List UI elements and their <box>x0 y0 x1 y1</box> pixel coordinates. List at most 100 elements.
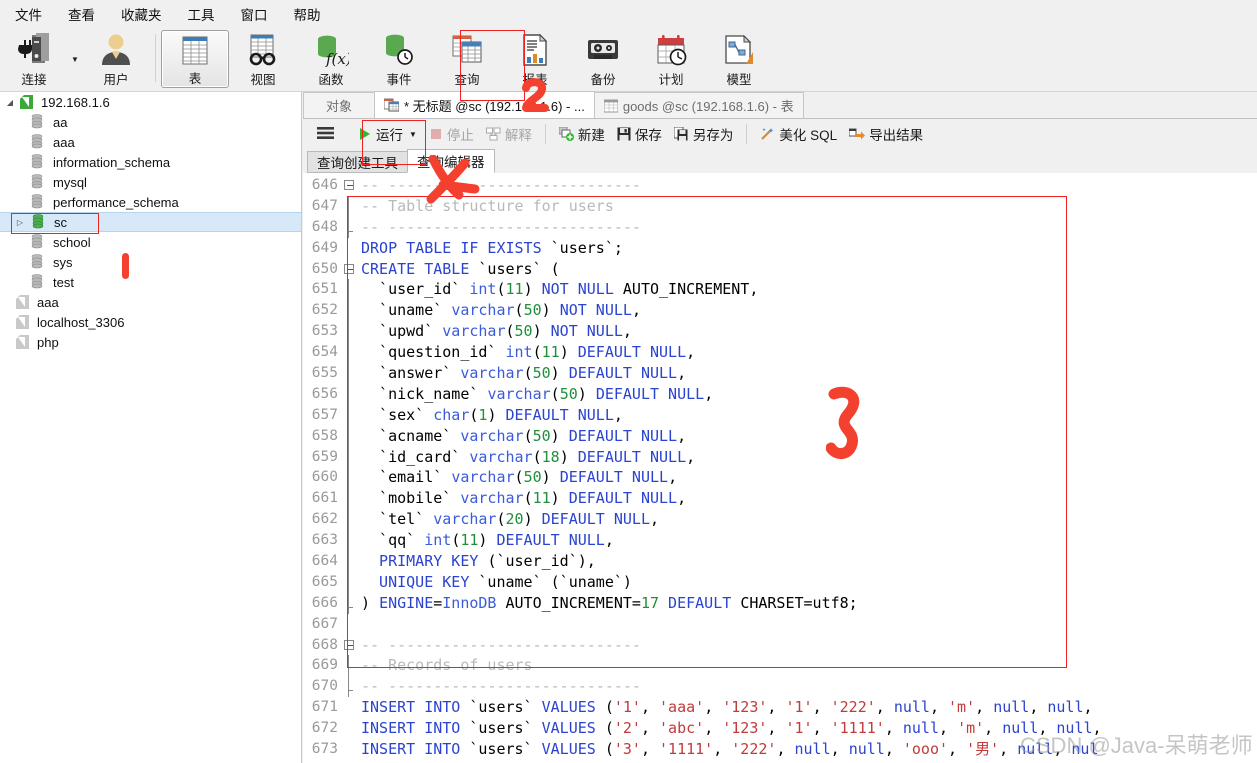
code-token: varchar <box>460 426 524 445</box>
menu-tools[interactable]: 工具 <box>175 0 228 28</box>
code-line[interactable]: `email` varchar(50) DEFAULT NULL, <box>361 467 1257 488</box>
save-as-button[interactable]: 另存为 <box>668 122 740 146</box>
line-number: 662 <box>311 511 338 528</box>
tab-untitled-query[interactable]: * 无标题 @sc (192.168.1.6) - ... <box>374 91 595 118</box>
code-line[interactable]: `mobile` varchar(11) DEFAULT NULL, <box>361 488 1257 509</box>
tree-node-school[interactable]: school <box>0 232 301 252</box>
code-line[interactable]: PRIMARY KEY (`user_id`), <box>361 551 1257 572</box>
tree-node-test[interactable]: test <box>0 272 301 292</box>
toolbar-backup[interactable]: 备份 <box>569 28 637 90</box>
connection-dropdown-caret[interactable]: ▼ <box>68 28 82 84</box>
tree-node-192-168-1-6[interactable]: ◢ 192.168.1.6 <box>0 92 301 112</box>
code-line[interactable]: `qq` int(11) DEFAULT NULL, <box>361 530 1257 551</box>
fold-marker <box>343 279 357 301</box>
tree-node-aa[interactable]: aa <box>0 112 301 132</box>
code-token: ) <box>550 489 569 508</box>
code-line[interactable]: ) ENGINE=InnoDB AUTO_INCREMENT=17 DEFAUL… <box>361 593 1257 614</box>
toolbar-model[interactable]: 模型 <box>705 28 773 90</box>
code-line[interactable]: INSERT INTO `users` VALUES ('3', '1111',… <box>361 739 1257 760</box>
toolbar-report[interactable]: 报表 <box>501 28 569 90</box>
code-line[interactable]: -- ---------------------------- <box>361 635 1257 656</box>
code-line[interactable]: -- ---------------------------- <box>361 217 1257 238</box>
toolbar-view[interactable]: 视图 <box>229 28 297 90</box>
code-line[interactable]: `uname` varchar(50) NOT NULL, <box>361 300 1257 321</box>
connection-tree-sidebar[interactable]: ◢ 192.168.1.6 aa aaa information_schema <box>0 92 302 763</box>
code-line[interactable] <box>361 614 1257 635</box>
run-dropdown-caret[interactable]: ▼ <box>409 130 417 139</box>
tree-node-mysql[interactable]: mysql <box>0 172 301 192</box>
connection-gray-icon <box>14 334 31 350</box>
toolbar-table[interactable]: 表 <box>161 30 229 88</box>
sql-editor[interactable]: 646 647 648 649 650 651 652 653 654 655 656 657 658 6… <box>303 173 1257 763</box>
toolbar-user[interactable]: 用户 <box>82 28 150 90</box>
tree-node-information-schema[interactable]: information_schema <box>0 152 301 172</box>
code-line[interactable]: UNIQUE KEY `uname` (`uname`) <box>361 572 1257 593</box>
code-line[interactable]: `user_id` int(11) NOT NULL AUTO_INCREMEN… <box>361 279 1257 300</box>
tab-goods-table[interactable]: goods @sc (192.168.1.6) - 表 <box>593 92 804 118</box>
subtab-query-editor[interactable]: 查询编辑器 <box>407 149 495 173</box>
code-token: , <box>640 740 660 759</box>
tree-node-aaa[interactable]: aaa <box>0 132 301 152</box>
menu-window[interactable]: 窗口 <box>228 0 281 28</box>
menu-help[interactable]: 帮助 <box>281 0 334 28</box>
fold-marker[interactable] <box>343 259 357 280</box>
code-line[interactable]: INSERT INTO `users` VALUES ('2', 'abc', … <box>361 718 1257 739</box>
code-token: , <box>704 698 723 717</box>
run-button[interactable]: 运行 ▼ <box>352 122 423 146</box>
menu-file[interactable]: 文件 <box>2 0 55 28</box>
fold-marker[interactable] <box>343 635 357 656</box>
menu-view[interactable]: 查看 <box>55 0 108 28</box>
collapse-triangle-icon[interactable]: ▷ <box>14 216 26 228</box>
tree-node-sys[interactable]: sys <box>0 252 301 272</box>
beautify-sql-button[interactable]: 美化 SQL <box>754 122 843 146</box>
code-line[interactable]: CREATE TABLE `users` ( <box>361 259 1257 280</box>
fold-marker[interactable] <box>343 175 357 196</box>
code-line[interactable]: -- ---------------------------- <box>361 175 1257 196</box>
toolbar-event[interactable]: 事件 <box>365 28 433 90</box>
code-line[interactable]: `upwd` varchar(50) NOT NULL, <box>361 321 1257 342</box>
code-line[interactable]: `tel` varchar(20) DEFAULT NULL, <box>361 509 1257 530</box>
code-line[interactable]: -- Table structure for users <box>361 196 1257 217</box>
export-result-button[interactable]: 导出结果 <box>843 122 929 146</box>
code-token: ( <box>523 364 533 383</box>
tree-node-localhost-3306[interactable]: localhost_3306 <box>0 312 301 332</box>
tab-objects[interactable]: 对象 <box>303 92 376 118</box>
code-fold-column[interactable] <box>343 173 357 763</box>
sql-code-area[interactable]: -- ---------------------------- -- Table … <box>357 173 1257 763</box>
toolbar-schedule[interactable]: 计划 <box>637 28 705 90</box>
toolbar-function[interactable]: f(x) 函数 <box>297 28 365 90</box>
tree-node-conn-aaa[interactable]: aaa <box>0 292 301 312</box>
code-line[interactable]: `answer` varchar(50) DEFAULT NULL, <box>361 363 1257 384</box>
tree-node-php[interactable]: php <box>0 332 301 352</box>
connection-gray-icon <box>14 314 31 330</box>
code-line[interactable]: DROP TABLE IF EXISTS `users`; <box>361 238 1257 259</box>
code-line[interactable]: `id_card` varchar(18) DEFAULT NULL, <box>361 447 1257 468</box>
code-token: null <box>848 740 885 759</box>
tree-node-sc[interactable]: ▷ sc <box>0 212 301 232</box>
code-line[interactable]: -- Records of users <box>361 655 1257 676</box>
code-token: `nick_name` <box>361 384 488 403</box>
stop-button[interactable]: 停止 <box>423 122 480 146</box>
toolbar-connection[interactable]: 连接 <box>0 28 68 90</box>
code-line[interactable]: `question_id` int(11) DEFAULT NULL, <box>361 342 1257 363</box>
tree-label: mysql <box>53 174 87 190</box>
subtab-query-builder[interactable]: 查询创建工具 <box>307 151 408 173</box>
code-line[interactable]: `acname` varchar(50) DEFAULT NULL, <box>361 426 1257 447</box>
toolbar-backup-label: 备份 <box>590 73 616 87</box>
menu-favorites[interactable]: 收藏夹 <box>108 0 175 28</box>
code-line[interactable]: `nick_name` varchar(50) DEFAULT NULL, <box>361 384 1257 405</box>
code-token: 'm' <box>957 719 985 738</box>
explain-button[interactable]: 解释 <box>480 122 538 146</box>
save-button[interactable]: 保存 <box>611 122 668 146</box>
code-line[interactable]: -- ---------------------------- <box>361 676 1257 697</box>
expand-triangle-icon[interactable]: ◢ <box>4 96 16 108</box>
connection-icon <box>14 32 54 68</box>
code-line[interactable]: INSERT INTO `users` VALUES ('1', 'aaa', … <box>361 697 1257 718</box>
line-number: 648 <box>311 218 338 235</box>
toolbar-query[interactable]: 查询 <box>433 28 501 90</box>
query-menu-button[interactable] <box>309 122 342 146</box>
tree-node-performance-schema[interactable]: performance_schema <box>0 192 301 212</box>
new-button[interactable]: 新建 <box>553 122 611 146</box>
code-line[interactable]: `sex` char(1) DEFAULT NULL, <box>361 405 1257 426</box>
line-number: 671 <box>311 699 338 716</box>
